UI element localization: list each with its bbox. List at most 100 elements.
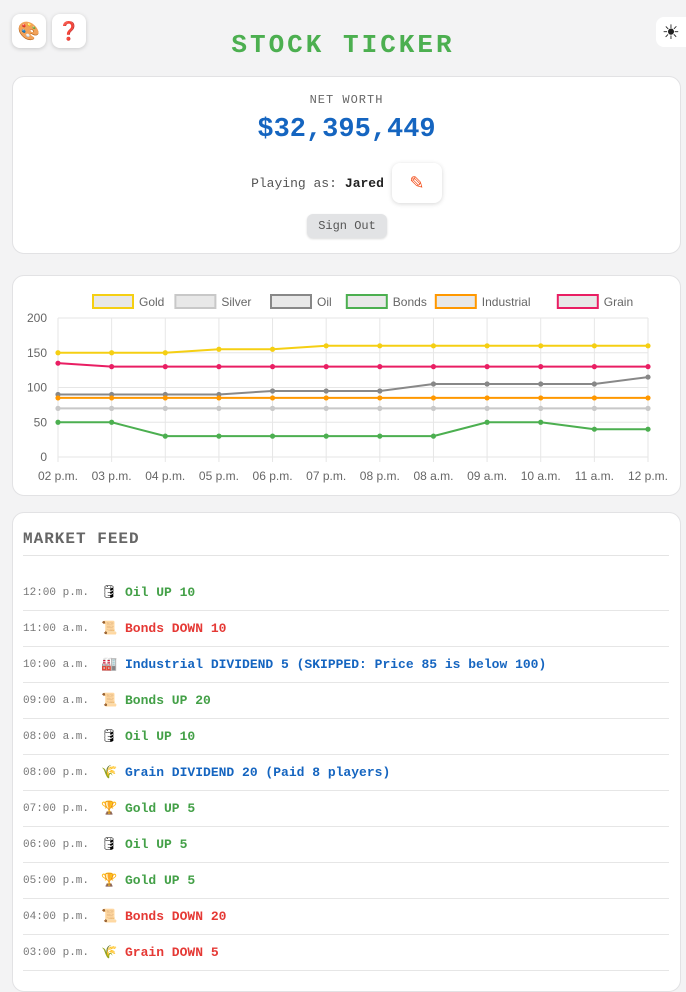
x-tick-label: 08 p.m. bbox=[360, 469, 400, 483]
data-point bbox=[55, 405, 61, 411]
price-chart: 0 50 100 150 200 02 p.m. 03 p.m. 04 p.m. 05 p.m.… bbox=[27, 294, 668, 483]
feed-time: 10:00 a.m. bbox=[23, 658, 90, 671]
data-point bbox=[162, 405, 168, 411]
data-point bbox=[591, 343, 597, 349]
feed-message: Grain DOWN 5 bbox=[125, 945, 219, 960]
y-tick-label: 200 bbox=[27, 311, 47, 325]
data-point bbox=[591, 405, 597, 411]
feed-stock-icon: 🛢 bbox=[101, 729, 118, 744]
edit-name-button[interactable]: ✎ bbox=[391, 163, 442, 203]
feed-item: 09:00 a.m. 📜 Bonds UP 20 bbox=[23, 683, 669, 719]
data-point bbox=[645, 343, 651, 349]
data-point bbox=[162, 350, 168, 356]
series-line bbox=[57, 362, 648, 368]
feed-message: Grain DIVIDEND 20 (Paid 8 players) bbox=[125, 765, 391, 780]
data-point bbox=[377, 405, 383, 411]
x-tick-label: 02 p.m. bbox=[38, 469, 78, 483]
feed-time: 08:00 a.m. bbox=[23, 730, 90, 743]
data-point bbox=[55, 350, 61, 356]
data-point bbox=[645, 426, 651, 432]
y-tick-label: 150 bbox=[27, 346, 47, 360]
market-feed-list: 12:00 p.m. 🛢 Oil UP 10 11:00 a.m. 📜 Bonds DOW… bbox=[23, 575, 669, 971]
data-point bbox=[645, 364, 651, 370]
data-point bbox=[377, 395, 383, 401]
x-tick-label: 11 a.m. bbox=[575, 469, 614, 483]
data-point bbox=[216, 433, 222, 439]
data-point bbox=[430, 433, 437, 439]
data-point bbox=[323, 405, 329, 411]
y-tick-label: 0 bbox=[40, 450, 47, 464]
account-card: NET WORTH $32,395,449 Playing as: Jared … bbox=[12, 76, 681, 254]
sign-out-button[interactable]: Sign Out bbox=[307, 214, 387, 238]
feed-item: 12:00 p.m. 🛢 Oil UP 10 bbox=[23, 575, 669, 611]
data-point bbox=[323, 388, 329, 394]
data-point bbox=[216, 364, 222, 370]
feed-time: 05:00 p.m. bbox=[23, 874, 90, 887]
data-point bbox=[484, 343, 490, 349]
net-worth-value: $32,395,449 bbox=[257, 115, 436, 145]
data-point bbox=[55, 395, 61, 401]
feed-stock-icon: 🌾 bbox=[101, 765, 118, 780]
data-point bbox=[109, 419, 115, 425]
feed-time: 08:00 p.m. bbox=[23, 766, 90, 779]
data-point bbox=[269, 364, 276, 370]
data-point bbox=[162, 433, 168, 439]
feed-stock-icon: 📜 bbox=[101, 909, 118, 924]
data-point bbox=[430, 405, 437, 411]
x-tick-label: 09 a.m. bbox=[467, 469, 507, 483]
legend-label: Gold bbox=[139, 295, 164, 309]
data-point bbox=[269, 346, 276, 352]
data-point bbox=[377, 388, 383, 394]
feed-stock-icon: 🛢 bbox=[101, 837, 118, 852]
legend-label: Grain bbox=[604, 295, 633, 309]
feed-time: 04:00 p.m. bbox=[23, 910, 90, 923]
data-point bbox=[109, 405, 115, 411]
data-point bbox=[484, 419, 490, 425]
feed-time: 12:00 p.m. bbox=[23, 586, 90, 599]
feed-item: 04:00 p.m. 📜 Bonds DOWN 20 bbox=[23, 899, 669, 935]
data-point bbox=[162, 364, 168, 370]
data-point bbox=[484, 381, 490, 387]
playing-as-label: Playing as: bbox=[251, 175, 337, 191]
data-point bbox=[269, 395, 276, 401]
data-point bbox=[377, 364, 383, 370]
data-point bbox=[538, 395, 544, 401]
data-point bbox=[430, 364, 437, 370]
data-point bbox=[269, 388, 276, 394]
y-tick-label: 50 bbox=[34, 415, 48, 429]
app-title: STOCK TICKER bbox=[231, 30, 455, 60]
data-point bbox=[591, 381, 597, 387]
data-point bbox=[430, 343, 437, 349]
data-point bbox=[162, 395, 168, 401]
feed-divider bbox=[23, 555, 669, 556]
feed-message: Gold UP 5 bbox=[125, 801, 196, 816]
legend-swatch bbox=[556, 294, 599, 309]
data-point bbox=[430, 395, 437, 401]
x-tick-label: 07 p.m. bbox=[306, 469, 346, 483]
feed-time: 11:00 a.m. bbox=[23, 622, 90, 635]
legend-label: Oil bbox=[317, 295, 332, 309]
data-point bbox=[323, 433, 329, 439]
data-point bbox=[269, 405, 276, 411]
feed-message: Oil UP 10 bbox=[125, 585, 196, 600]
data-point bbox=[216, 405, 222, 411]
legend-swatch bbox=[270, 294, 312, 309]
data-point bbox=[591, 364, 597, 370]
data-point bbox=[538, 381, 544, 387]
feed-time: 09:00 a.m. bbox=[23, 694, 90, 707]
x-tick-label: 12 p.m. bbox=[628, 469, 668, 483]
legend-swatch bbox=[434, 294, 477, 309]
series-line bbox=[58, 421, 648, 438]
data-point bbox=[538, 405, 544, 411]
data-point bbox=[109, 395, 115, 401]
feed-stock-icon: 📜 bbox=[101, 693, 118, 708]
series-line bbox=[58, 376, 649, 396]
data-point bbox=[377, 433, 383, 439]
feed-stock-icon: 🏭 bbox=[101, 657, 118, 672]
market-feed-title: MARKET FEED bbox=[23, 530, 140, 548]
feed-item: 07:00 p.m. 🏆 Gold UP 5 bbox=[23, 791, 669, 827]
data-point bbox=[55, 360, 61, 366]
series-line bbox=[58, 344, 648, 354]
data-point bbox=[216, 346, 222, 352]
data-point bbox=[538, 343, 544, 349]
